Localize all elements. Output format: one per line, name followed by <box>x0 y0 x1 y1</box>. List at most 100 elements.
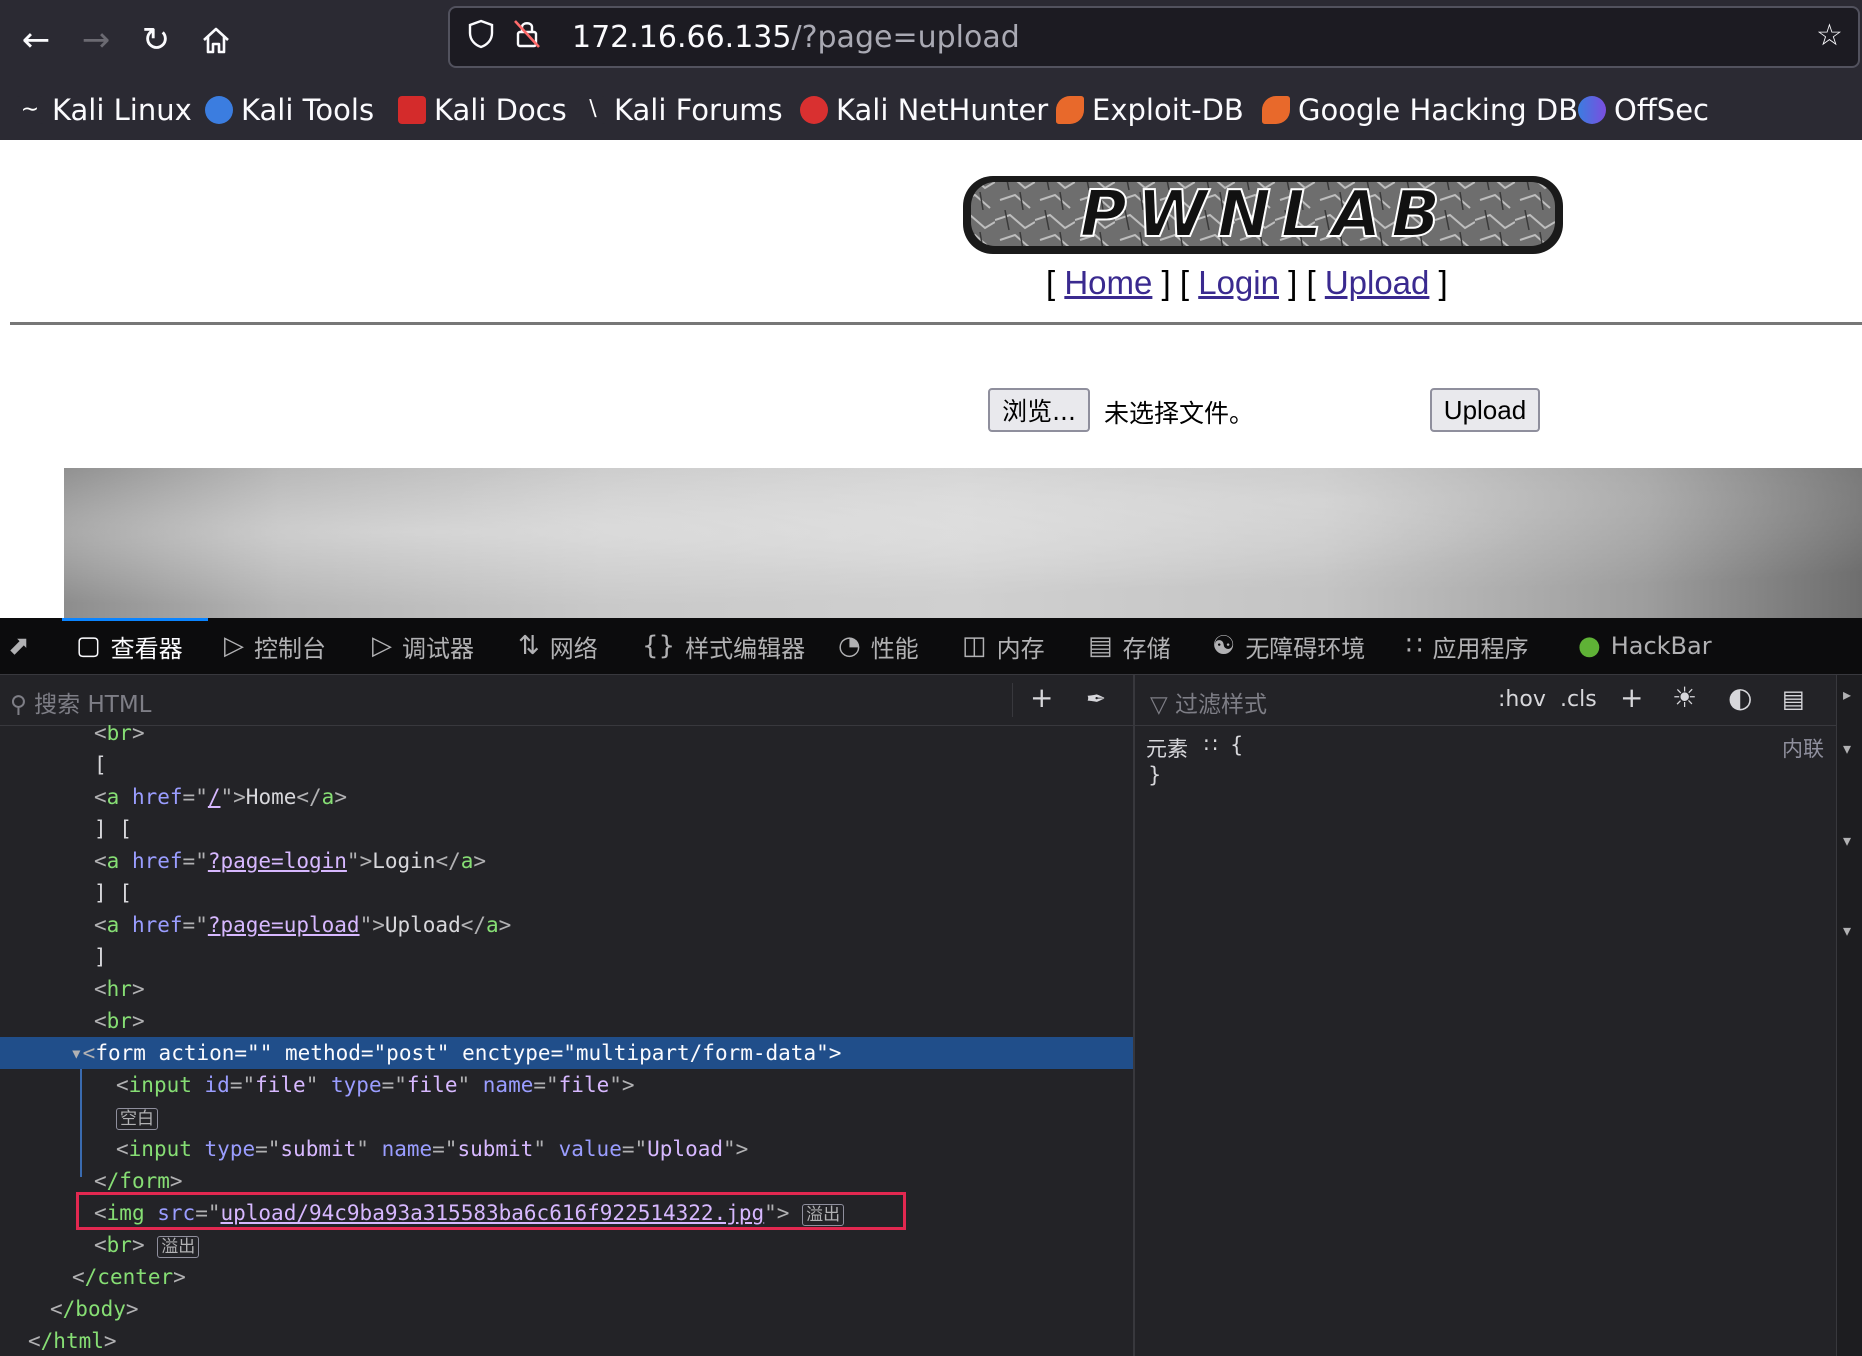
memory-icon: ◫ <box>962 631 987 661</box>
nethunter-icon <box>800 96 828 124</box>
svg-text:PWNLAB: PWNLAB <box>1080 178 1450 252</box>
no-file-selected-text: 未选择文件。 <box>1104 399 1255 428</box>
application-icon: ∷ <box>1406 631 1423 661</box>
page-nav: [ Home ] [ Login ] [ Upload ] <box>1046 264 1448 301</box>
chevron-down-icon[interactable]: ▾ <box>1843 921 1851 940</box>
tree-line-body-close[interactable]: </body> <box>0 1293 1133 1325</box>
tree-line-text[interactable]: [ <box>0 749 1133 781</box>
tab-network[interactable]: ⇅ 网络 <box>518 618 598 674</box>
bookmark-kali-forums[interactable]: ∖ Kali Forums <box>578 84 783 136</box>
bookmark-kali-nethunter[interactable]: Kali NetHunter <box>800 84 1048 136</box>
home-icon[interactable] <box>190 14 242 66</box>
toolbar-divider <box>1012 683 1013 717</box>
uploaded-image <box>64 468 1862 618</box>
element-picker-icon[interactable]: ⬈ <box>8 618 40 674</box>
bookmark-kali-tools[interactable]: Kali Tools <box>205 84 374 136</box>
rules-panel: 元素 ∷ { } 内联 <box>1136 725 1836 1356</box>
devtools-tabbar: ⬈ ▢ 查看器 ▷ 控制台 ▷ 调试器 ⇅ 网络 {} 样式编辑器 ◔ 性能 ◫ 内存 ▤ 存储… <box>0 618 1862 675</box>
devtools-panel: ⬈ ▢ 查看器 ▷ 控制台 ▷ 调试器 ⇅ 网络 {} 样式编辑器 ◔ 性能 ◫ 内存 ▤ 存储… <box>0 618 1862 1356</box>
tab-performance[interactable]: ◔ 性能 <box>838 618 919 674</box>
pwnlab-logo: PWNLAB <box>955 170 1575 260</box>
close-brace: } <box>1148 763 1162 787</box>
browse-file-button[interactable]: 浏览... <box>988 388 1090 432</box>
tab-memory[interactable]: ◫ 内存 <box>962 618 1045 674</box>
html-tree: <br> [ <a href="/">Home</a> ] [ <a href=… <box>0 725 1133 1356</box>
tab-console[interactable]: ▷ 控制台 <box>224 618 326 674</box>
bookmark-google-hacking-db[interactable]: Google Hacking DB <box>1262 84 1578 136</box>
tab-application[interactable]: ∷ 应用程序 <box>1406 618 1529 674</box>
bookmark-kali-linux[interactable]: ∼ Kali Linux <box>16 84 192 136</box>
side-panel-toggle-icon[interactable]: ▸ <box>1843 685 1851 704</box>
search-icon: ⚲ <box>10 692 27 718</box>
whitespace-badge[interactable]: 空白 <box>116 1108 158 1130</box>
forward-icon[interactable]: → <box>70 14 122 66</box>
inline-label: 内联 <box>1782 737 1824 761</box>
tab-debugger[interactable]: ▷ 调试器 <box>372 618 474 674</box>
debugger-icon: ▷ <box>372 631 392 661</box>
dark-scheme-icon[interactable]: ◐ <box>1728 681 1752 714</box>
print-media-icon[interactable]: ▤ <box>1782 685 1805 713</box>
tree-line-input-submit[interactable]: <input type="submit" name="submit" value… <box>0 1133 1133 1165</box>
tab-inspector[interactable]: ▢ 查看器 <box>76 618 183 674</box>
offsec-icon <box>1578 96 1606 124</box>
upload-link[interactable]: Upload <box>1325 264 1430 301</box>
home-link[interactable]: Home <box>1064 264 1152 301</box>
hov-toggle[interactable]: :hov <box>1498 687 1546 712</box>
tree-line-br[interactable]: <br> 溢出 <box>0 1229 1133 1261</box>
star-icon[interactable]: ☆ <box>1816 18 1843 53</box>
login-link[interactable]: Login <box>1198 264 1279 301</box>
network-icon: ⇅ <box>518 631 540 661</box>
tree-line-hr[interactable]: <hr> <box>0 973 1133 1005</box>
back-icon[interactable]: ← <box>10 14 62 66</box>
kali-tools-icon <box>205 96 233 124</box>
tree-line-a-upload[interactable]: <a href="?page=upload">Upload</a> <box>0 909 1133 941</box>
tree-line-br[interactable]: <br> <box>0 1005 1133 1037</box>
chevron-down-icon[interactable]: ▾ <box>1843 739 1851 758</box>
tree-line-whitespace[interactable]: 空白 <box>0 1101 1133 1133</box>
add-node-icon[interactable]: + <box>1030 681 1053 714</box>
bookmark-exploit-db[interactable]: Exploit-DB <box>1056 84 1244 136</box>
expand-triangle-icon[interactable]: ▾ <box>70 1041 83 1065</box>
bookmark-kali-docs[interactable]: Kali Docs <box>398 84 567 136</box>
web-page: PWNLAB [ Home ] [ Login ] [ Upload ] 浏览.… <box>0 140 1862 618</box>
panel-splitter[interactable] <box>1133 675 1135 1356</box>
shield-icon[interactable] <box>466 18 496 58</box>
tab-storage[interactable]: ▤ 存储 <box>1088 618 1171 674</box>
style-editor-icon: {} <box>642 631 676 661</box>
search-html-input[interactable]: ⚲ 搜索 HTML <box>10 685 152 719</box>
light-scheme-icon[interactable]: ☀ <box>1672 681 1697 714</box>
tree-line-center-close[interactable]: </center> <box>0 1261 1133 1293</box>
filter-styles-input[interactable]: ▽ 过滤样式 <box>1150 685 1267 719</box>
chevron-down-icon[interactable]: ▾ <box>1843 831 1851 850</box>
insecure-lock-icon[interactable] <box>512 18 542 58</box>
overflow-badge[interactable]: 溢出 <box>157 1236 200 1258</box>
tree-line-text[interactable]: ] [ <box>0 813 1133 845</box>
tree-line-text[interactable]: ] [ <box>0 877 1133 909</box>
tree-line-html-close[interactable]: </html> <box>0 1325 1133 1356</box>
bookmark-offsec[interactable]: OffSec <box>1578 84 1709 136</box>
reload-icon[interactable]: ↻ <box>130 14 182 66</box>
tab-accessibility[interactable]: ☯ 无障碍环境 <box>1212 618 1365 674</box>
kali-docs-icon <box>398 96 426 124</box>
kali-dragon-icon: ∼ <box>16 96 44 124</box>
upload-submit-button[interactable]: Upload <box>1430 388 1540 432</box>
cls-toggle[interactable]: .cls <box>1560 687 1597 712</box>
bookmarks-bar: ∼ Kali Linux Kali Tools Kali Docs ∖ Kali F… <box>0 84 1862 136</box>
tab-hackbar[interactable]: ● HackBar <box>1578 618 1712 674</box>
horizontal-rule <box>10 322 1862 325</box>
url-bar[interactable]: 172.16.66.135/?page=upload ☆ <box>448 6 1860 68</box>
rule-grid-icon[interactable]: ∷ <box>1204 733 1217 757</box>
tree-line-input-file[interactable]: <input id="file" type="file" name="file"… <box>0 1069 1133 1101</box>
url-text[interactable]: 172.16.66.135/?page=upload <box>572 20 1020 55</box>
tree-line-form-selected[interactable]: ▾<form action="" method="post" enctype="… <box>0 1037 1133 1069</box>
tree-line-a-home[interactable]: <a href="/">Home</a> <box>0 781 1133 813</box>
tree-line-a-login[interactable]: <a href="?page=login">Login</a> <box>0 845 1133 877</box>
tab-style-editor[interactable]: {} 样式编辑器 <box>642 618 805 674</box>
tree-indent-guide <box>80 1069 82 1177</box>
eyedropper-icon[interactable]: ✒ <box>1086 685 1106 713</box>
browser-toolbar: ← → ↻ 172.16.66.135/?page=upload ☆ ∼ Kali… <box>0 0 1862 140</box>
inspector-icon: ▢ <box>76 631 101 661</box>
tree-line-text[interactable]: ] <box>0 941 1133 973</box>
tree-line-br[interactable]: <br> <box>0 725 1133 749</box>
add-rule-icon[interactable]: + <box>1620 681 1643 714</box>
